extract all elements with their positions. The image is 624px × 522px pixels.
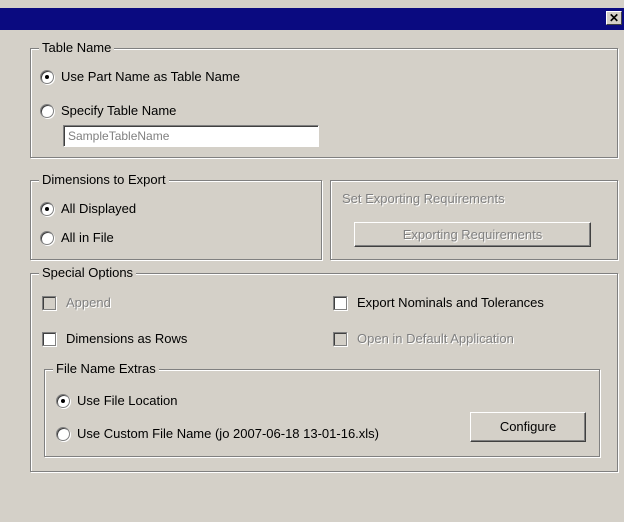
all-displayed-label: All Displayed bbox=[61, 201, 137, 216]
special-options-legend: Special Options bbox=[39, 265, 137, 281]
use-part-name-radio[interactable]: Use Part Name as Table Name bbox=[40, 69, 240, 85]
radio-indicator bbox=[40, 70, 54, 84]
exporting-requirements-label: Set Exporting Requirements bbox=[342, 191, 505, 206]
radio-indicator bbox=[56, 427, 70, 441]
use-file-location-label: Use File Location bbox=[77, 393, 178, 408]
dimensions-as-rows-label: Dimensions as Rows bbox=[66, 331, 188, 346]
close-icon: ✕ bbox=[608, 11, 620, 25]
checkbox-box bbox=[333, 332, 347, 346]
use-part-name-label: Use Part Name as Table Name bbox=[61, 69, 240, 84]
append-checkbox[interactable]: Append bbox=[42, 295, 111, 311]
table-name-input[interactable]: SampleTableName bbox=[63, 125, 319, 147]
dimensions-as-rows-checkbox[interactable]: Dimensions as Rows bbox=[42, 331, 187, 347]
use-custom-name-label: Use Custom File Name (jo 2007-06-18 13-0… bbox=[77, 426, 380, 441]
use-file-location-radio[interactable]: Use File Location bbox=[56, 393, 177, 409]
file-name-extras-legend: File Name Extras bbox=[53, 361, 159, 377]
dimensions-export-legend: Dimensions to Export bbox=[39, 172, 169, 188]
radio-indicator bbox=[40, 202, 54, 216]
open-default-app-checkbox[interactable]: Open in Default Application bbox=[333, 331, 514, 347]
specify-name-label: Specify Table Name bbox=[61, 103, 177, 118]
use-custom-name-radio[interactable]: Use Custom File Name (jo 2007-06-18 13-0… bbox=[56, 426, 379, 442]
open-default-app-label: Open in Default Application bbox=[357, 331, 514, 346]
radio-indicator bbox=[40, 104, 54, 118]
append-label: Append bbox=[66, 295, 111, 310]
all-displayed-radio[interactable]: All Displayed bbox=[40, 201, 136, 217]
radio-indicator bbox=[56, 394, 70, 408]
dimensions-export-group: Dimensions to Export bbox=[30, 172, 322, 260]
all-in-file-radio[interactable]: All in File bbox=[40, 230, 114, 246]
configure-button[interactable]: Configure bbox=[470, 412, 586, 442]
all-in-file-label: All in File bbox=[61, 230, 114, 245]
checkbox-box bbox=[333, 296, 347, 310]
title-bar: ✕ bbox=[0, 8, 624, 30]
radio-indicator bbox=[40, 231, 54, 245]
exporting-requirements-button[interactable]: Exporting Requirements bbox=[354, 222, 591, 247]
checkbox-box bbox=[42, 296, 56, 310]
specify-name-radio[interactable]: Specify Table Name bbox=[40, 103, 176, 119]
export-nominals-label: Export Nominals and Tolerances bbox=[357, 295, 544, 310]
export-nominals-checkbox[interactable]: Export Nominals and Tolerances bbox=[333, 295, 544, 311]
close-button[interactable]: ✕ bbox=[606, 11, 622, 25]
table-name-legend: Table Name bbox=[39, 40, 115, 56]
checkbox-box bbox=[42, 332, 56, 346]
